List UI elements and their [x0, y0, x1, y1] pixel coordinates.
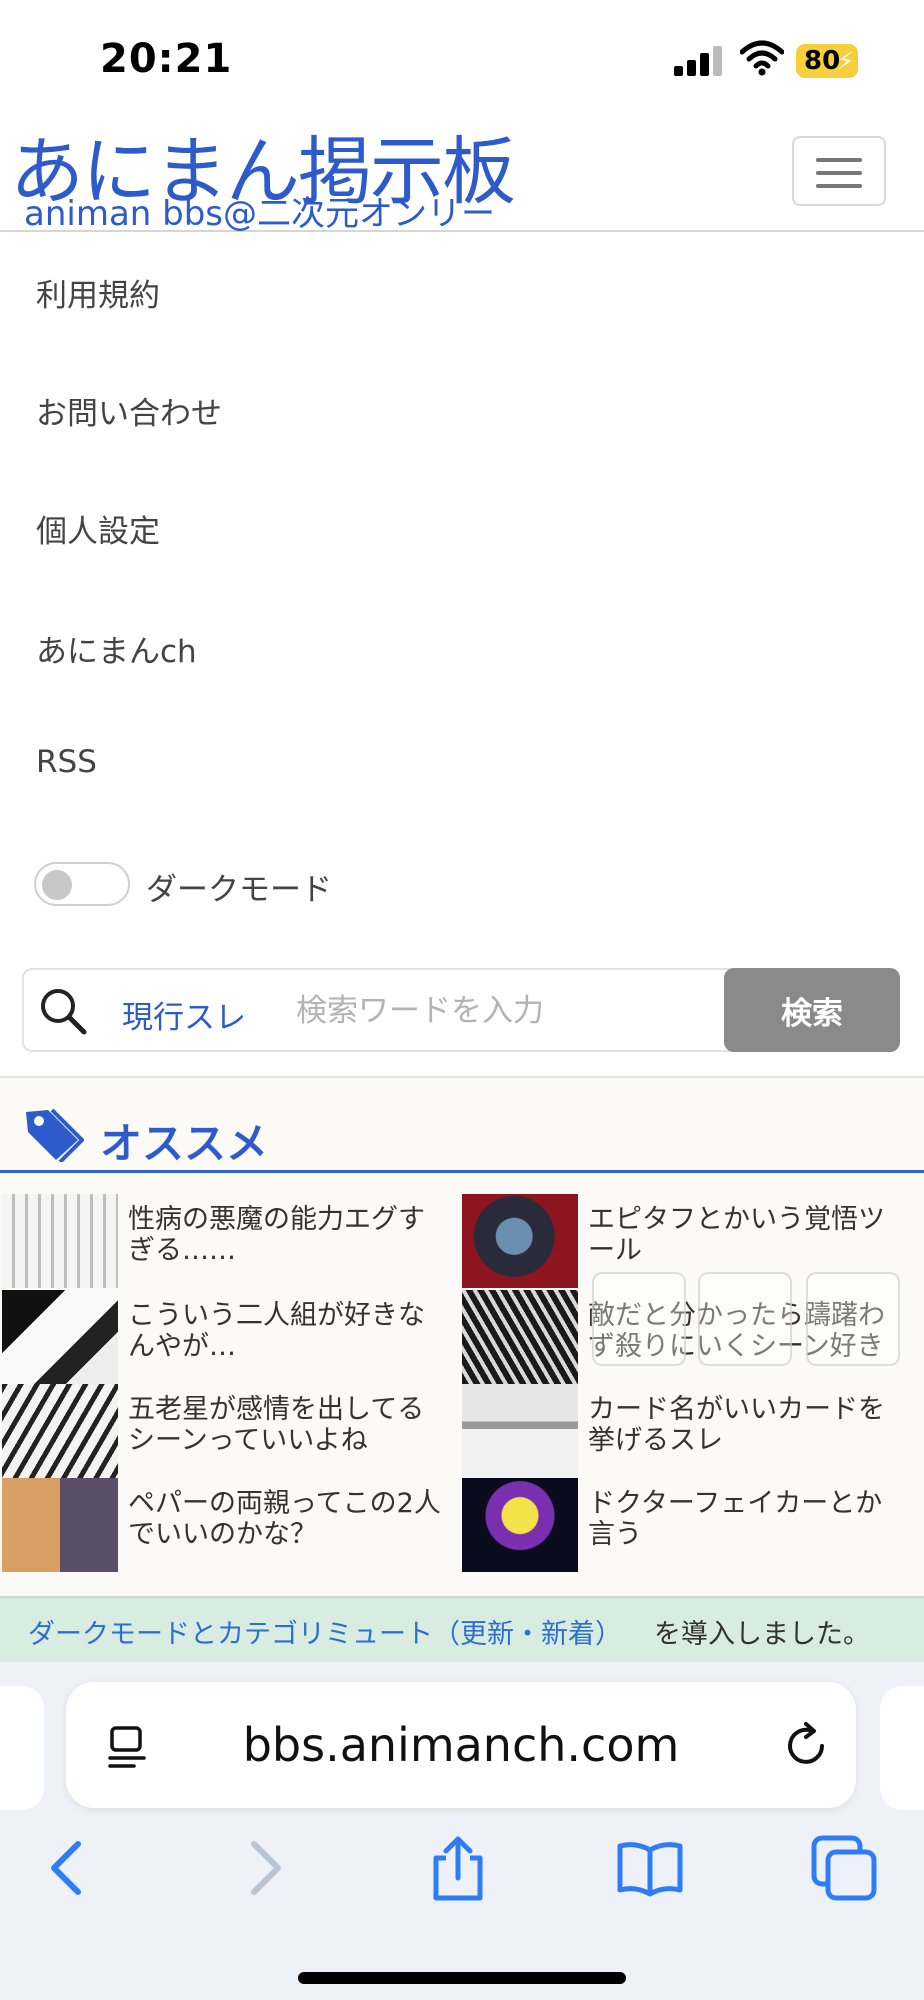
- notice-link[interactable]: ダークモードとカテゴリミュート（更新・新着）: [28, 1612, 622, 1651]
- back-icon[interactable]: [32, 1832, 104, 1904]
- cellular-signal-icon: [674, 46, 722, 76]
- notice-banner: ダークモードとカテゴリミュート（更新・新着） を導入しました。: [0, 1596, 924, 1668]
- toggle-knob: [42, 870, 72, 900]
- recommend-item[interactable]: こういう二人組が好きなんやが…: [2, 1290, 442, 1384]
- search-button[interactable]: 検索: [724, 968, 900, 1052]
- thread-thumbnail: [462, 1194, 578, 1288]
- thread-title: ドクターフェイカーとか言う: [588, 1488, 883, 1550]
- search-icon: [41, 989, 87, 1035]
- battery-level: 80: [804, 46, 841, 76]
- recommend-item[interactable]: カード名がいいカードを挙げるスレ: [462, 1384, 902, 1478]
- thread-title: 五老星が感情を出してるシーンっていいよね: [128, 1394, 425, 1456]
- tag-icon: [26, 1108, 84, 1162]
- site-header: あにまん掲示板 animan bbs@二次元オンリー: [0, 112, 924, 234]
- tabs-icon[interactable]: [808, 1832, 880, 1904]
- thread-thumbnail: [462, 1290, 578, 1384]
- menu-item-contact[interactable]: お問い合わせ: [36, 388, 222, 433]
- forward-icon[interactable]: [228, 1832, 300, 1904]
- menu-toggle-button[interactable]: [792, 136, 886, 206]
- previous-tab-preview[interactable]: [0, 1686, 44, 1810]
- recommend-header: オススメ: [0, 1078, 924, 1173]
- dark-mode-label: ダークモード: [146, 872, 332, 908]
- search-bar: 現行スレ 検索: [22, 968, 900, 1052]
- home-indicator: [298, 1972, 626, 1984]
- wifi-icon: [740, 40, 784, 76]
- recommend-item[interactable]: ペパーの両親ってこの2人でいいのかな？: [2, 1478, 442, 1572]
- recommend-panel: オススメ 性病の悪魔の能力エグすぎる…… エピタフとかいう覚悟ツール こういう二…: [0, 1076, 924, 1668]
- thread-title: こういう二人組が好きなんやが…: [128, 1300, 425, 1362]
- share-icon[interactable]: [422, 1832, 494, 1904]
- menu-item-rss[interactable]: RSS: [36, 744, 97, 780]
- browser-toolbar: bbs.animanch.com: [0, 1662, 924, 2000]
- recommend-title: オススメ: [100, 1119, 269, 1168]
- menu-item-animanch[interactable]: あにまんch: [36, 626, 197, 671]
- notice-text: を導入しました。: [654, 1619, 870, 1650]
- thread-title: エピタフとかいう覚悟ツール: [588, 1204, 885, 1266]
- overlay-play-icon[interactable]: [592, 1272, 686, 1366]
- thread-title: 性病の悪魔の能力エグすぎる……: [128, 1204, 425, 1266]
- thread-thumbnail: [462, 1478, 578, 1572]
- thread-thumbnail: [2, 1194, 118, 1288]
- status-bar: 20:21 80 ⚡: [0, 0, 924, 112]
- menu-item-settings[interactable]: 個人設定: [36, 506, 160, 551]
- search-input[interactable]: [294, 980, 728, 1042]
- menu-item-terms[interactable]: 利用規約: [36, 270, 160, 315]
- battery-icon: 80 ⚡: [796, 44, 858, 78]
- thread-title: カード名がいいカードを挙げるスレ: [588, 1394, 885, 1456]
- site-logo-subtitle: animan bbs@二次元オンリー: [24, 194, 496, 234]
- charging-bolt-icon: ⚡: [837, 47, 854, 75]
- address-bar[interactable]: bbs.animanch.com: [66, 1682, 856, 1808]
- bookmarks-icon[interactable]: [614, 1832, 686, 1904]
- status-time: 20:21: [100, 36, 233, 82]
- dark-mode-toggle[interactable]: [34, 862, 130, 906]
- recommend-item[interactable]: 性病の悪魔の能力エグすぎる……: [2, 1194, 442, 1288]
- thread-title: ペパーの両親ってこの2人でいいのかな？: [128, 1488, 441, 1550]
- overlay-rotate-icon[interactable]: [698, 1272, 792, 1366]
- thread-thumbnail: [462, 1384, 578, 1478]
- url-text: bbs.animanch.com: [242, 1718, 680, 1772]
- next-tab-preview[interactable]: [880, 1686, 924, 1810]
- recommend-item[interactable]: 五老星が感情を出してるシーンっていいよね: [2, 1384, 442, 1478]
- thread-thumbnail: [2, 1290, 118, 1384]
- overlay-share-icon[interactable]: [806, 1272, 900, 1366]
- reload-icon[interactable]: [778, 1718, 834, 1774]
- thread-thumbnail: [2, 1384, 118, 1478]
- recommend-item[interactable]: ドクターフェイカーとか言う: [462, 1478, 902, 1572]
- search-scope-selector[interactable]: 現行スレ: [122, 992, 246, 1037]
- thread-thumbnail: [2, 1478, 118, 1572]
